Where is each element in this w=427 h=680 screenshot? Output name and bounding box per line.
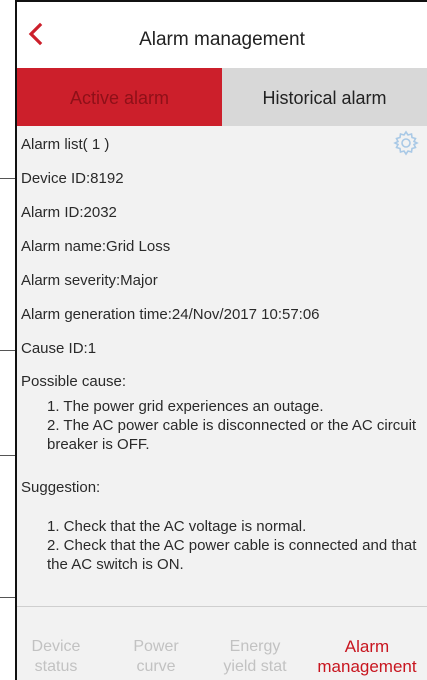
suggestion-item: 2. Check that the AC power cable is conn… xyxy=(47,537,417,573)
tab-active-alarm[interactable]: Active alarm xyxy=(17,68,222,126)
suggestion-item: 1. Check that the AC voltage is normal. xyxy=(47,518,307,535)
possible-cause-item: 2. The AC power cable is disconnected or… xyxy=(47,417,417,453)
nav-device-status[interactable]: Device status xyxy=(21,637,91,677)
nav-label-line: curve xyxy=(136,658,176,675)
tab-historical-alarm[interactable]: Historical alarm xyxy=(222,68,427,126)
suggestion-list: 1. Check that the AC voltage is normal. … xyxy=(47,517,419,574)
nav-label-line: Alarm xyxy=(344,637,390,656)
alarm-detail: Alarm list( 1 ) Device ID:8192 Alarm ID:… xyxy=(17,126,427,606)
frame-divider xyxy=(0,455,15,456)
frame-divider xyxy=(0,597,15,598)
app-header: Alarm management xyxy=(17,2,427,68)
nav-label-line: status xyxy=(34,658,78,675)
possible-cause-label: Possible cause: xyxy=(21,373,127,390)
nav-power-curve[interactable]: Power curve xyxy=(121,637,191,677)
alarm-id: Alarm ID:2032 xyxy=(21,204,117,221)
alarm-tabs: Active alarm Historical alarm xyxy=(17,68,427,126)
alarm-name: Alarm name:Grid Loss xyxy=(21,238,171,255)
bottom-tab-bar: Device status Power curve Energy yield s… xyxy=(17,607,427,680)
nav-label-line: Power xyxy=(133,638,179,655)
nav-label-line: management xyxy=(317,657,417,676)
gear-icon[interactable] xyxy=(393,130,419,156)
device-id: Device ID:8192 xyxy=(21,170,124,187)
cause-id: Cause ID:1 xyxy=(21,340,97,357)
frame-divider xyxy=(0,178,15,179)
frame-divider xyxy=(0,350,15,351)
alarm-list-title: Alarm list( 1 ) xyxy=(21,136,110,153)
alarm-generation-time: Alarm generation time:24/Nov/2017 10:57:… xyxy=(21,306,320,323)
nav-label-line: yield stat xyxy=(223,658,287,675)
nav-label-line: Energy xyxy=(229,638,281,655)
possible-cause-list: 1. The power grid experiences an outage.… xyxy=(47,397,419,454)
app-screen: Alarm management Active alarm Historical… xyxy=(17,2,427,680)
left-frame-strip xyxy=(0,0,17,680)
nav-energy-yield-stat[interactable]: Energy yield stat xyxy=(209,637,301,677)
alarm-severity: Alarm severity:Major xyxy=(21,272,158,289)
suggestion-label: Suggestion: xyxy=(21,479,101,496)
page-title: Alarm management xyxy=(139,29,305,50)
nav-label-line: Device xyxy=(31,638,81,655)
possible-cause-item: 1. The power grid experiences an outage. xyxy=(47,398,324,415)
nav-alarm-management[interactable]: Alarm management xyxy=(311,637,423,677)
